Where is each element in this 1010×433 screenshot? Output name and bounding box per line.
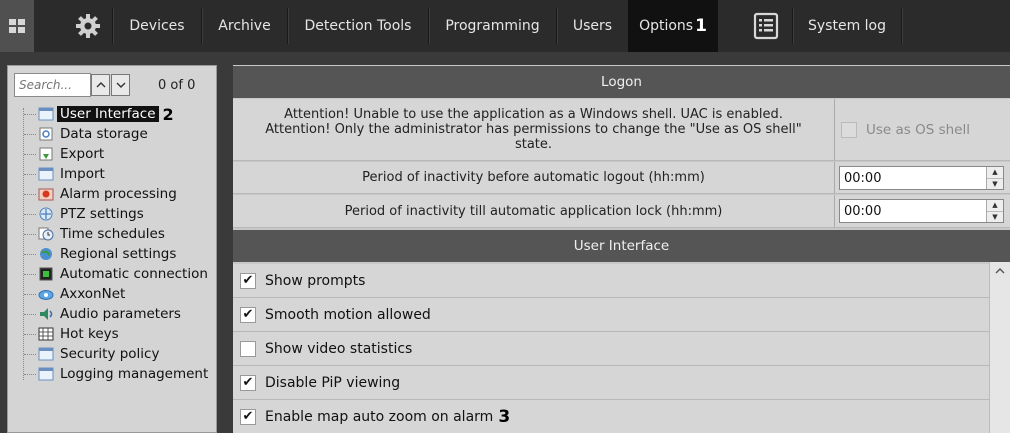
callout-marker-1: 1: [695, 16, 707, 36]
option-show-prompts[interactable]: ✔ Show prompts: [233, 264, 989, 298]
callout-marker-3: 3: [498, 406, 511, 427]
use-as-os-shell-checkbox[interactable]: [841, 121, 857, 138]
connection-icon: [39, 267, 53, 281]
tree-item-time-schedules[interactable]: Time schedules: [8, 224, 216, 244]
window-icon: [38, 367, 54, 381]
lock-period-cell: 00:00 ▲ ▼: [835, 195, 1010, 228]
main-menu-bar: Devices Archive Detection Tools Programm…: [0, 0, 1010, 52]
search-next-button[interactable]: [111, 74, 130, 96]
uac-warning-text: Attention! Unable to use the application…: [233, 99, 835, 161]
gear-icon: [76, 14, 100, 38]
tab-devices[interactable]: Devices: [113, 0, 201, 52]
tree-item-audio-parameters[interactable]: Audio parameters: [8, 304, 216, 324]
tree-item-ptz-settings[interactable]: PTZ settings: [8, 204, 216, 224]
options-scrollbar[interactable]: [989, 262, 1010, 433]
system-log-icon-button[interactable]: [740, 0, 792, 52]
search-input[interactable]: [14, 73, 91, 97]
options-tree-panel: 0 of 0 User Interface2 Data storage Expo…: [7, 65, 217, 433]
cloud-icon: [38, 290, 54, 300]
tab-detection-tools[interactable]: Detection Tools: [288, 0, 428, 52]
option-show-video-statistics[interactable]: Show video statistics: [233, 332, 989, 366]
tree-item-hot-keys[interactable]: Hot keys: [8, 324, 216, 344]
lock-period-label: Period of inactivity till automatic appl…: [233, 195, 835, 228]
tree-item-logging-management[interactable]: Logging management: [8, 364, 216, 384]
callout-marker-2: 2: [162, 104, 174, 124]
ptz-icon: [39, 207, 53, 221]
tab-system-log[interactable]: System log: [793, 0, 901, 52]
globe-icon: [40, 248, 52, 260]
use-as-os-shell-label: Use as OS shell: [866, 121, 970, 138]
layouts-grid-button[interactable]: [0, 0, 34, 52]
window-icon: [38, 107, 54, 121]
section-header-logon: Logon: [233, 66, 1010, 98]
section-header-user-interface: User Interface: [233, 230, 1010, 262]
search-match-count: 0 of 0: [158, 78, 196, 93]
use-as-os-shell-option: Use as OS shell: [835, 99, 1010, 161]
tree-item-data-storage[interactable]: Data storage: [8, 124, 216, 144]
lock-period-spinbox[interactable]: 00:00 ▲ ▼: [839, 199, 1004, 223]
tree-item-user-interface[interactable]: User Interface 2: [8, 104, 216, 124]
log-document-icon: [753, 12, 779, 40]
option-disable-pip[interactable]: ✔ Disable PiP viewing: [233, 366, 989, 400]
disable-pip-checkbox[interactable]: ✔: [240, 374, 256, 391]
options-settings-panel: Logon Attention! Unable to use the appli…: [233, 65, 1010, 433]
option-map-auto-zoom[interactable]: ✔ Enable map auto zoom on alarm 3: [233, 400, 989, 433]
spin-arrows[interactable]: ▲ ▼: [986, 167, 1003, 189]
alarm-icon: [38, 188, 54, 201]
logout-period-spinbox[interactable]: 00:00 ▲ ▼: [839, 166, 1004, 190]
window-icon: [38, 347, 54, 361]
logout-period-label: Period of inactivity before automatic lo…: [233, 162, 835, 194]
chevron-up-icon: [96, 82, 105, 88]
tree-item-alarm-processing[interactable]: Alarm processing: [8, 184, 216, 204]
map-auto-zoom-checkbox[interactable]: ✔: [240, 408, 256, 425]
settings-button[interactable]: [66, 0, 110, 52]
tree-item-export[interactable]: Export: [8, 144, 216, 164]
logout-period-cell: 00:00 ▲ ▼: [835, 162, 1010, 194]
chevron-up-icon: [995, 268, 1005, 274]
tab-users[interactable]: Users: [557, 0, 628, 52]
storage-icon: [39, 127, 53, 141]
search-previous-button[interactable]: [91, 74, 110, 96]
spin-arrows[interactable]: ▲ ▼: [986, 200, 1003, 222]
tree-item-automatic-connection[interactable]: Automatic connection: [8, 264, 216, 284]
scroll-up-button[interactable]: [990, 262, 1010, 280]
export-icon: [39, 147, 53, 161]
option-smooth-motion[interactable]: ✔ Smooth motion allowed: [233, 298, 989, 332]
tab-options[interactable]: Options 1: [628, 0, 718, 52]
spin-down-icon[interactable]: ▼: [987, 178, 1003, 189]
audio-icon: [40, 308, 53, 320]
show-prompts-checkbox[interactable]: ✔: [240, 272, 256, 289]
grid-icon: [9, 19, 25, 33]
clock-icon: [38, 227, 54, 241]
spin-up-icon[interactable]: ▲: [987, 167, 1003, 179]
spin-up-icon[interactable]: ▲: [987, 200, 1003, 212]
options-tree: User Interface 2 Data storage Export Impo…: [8, 104, 216, 384]
chevron-down-icon: [116, 82, 125, 88]
tab-programming[interactable]: Programming: [429, 0, 556, 52]
tree-item-axxonnet[interactable]: AxxonNet: [8, 284, 216, 304]
spin-down-icon[interactable]: ▼: [987, 211, 1003, 222]
tree-item-security-policy[interactable]: Security policy: [8, 344, 216, 364]
window-icon: [38, 167, 54, 181]
tab-archive[interactable]: Archive: [202, 0, 287, 52]
keyboard-icon: [38, 327, 54, 341]
tree-item-import[interactable]: Import: [8, 164, 216, 184]
smooth-motion-checkbox[interactable]: ✔: [240, 306, 256, 323]
tree-item-regional-settings[interactable]: Regional settings: [8, 244, 216, 264]
show-video-statistics-checkbox[interactable]: [240, 340, 256, 357]
